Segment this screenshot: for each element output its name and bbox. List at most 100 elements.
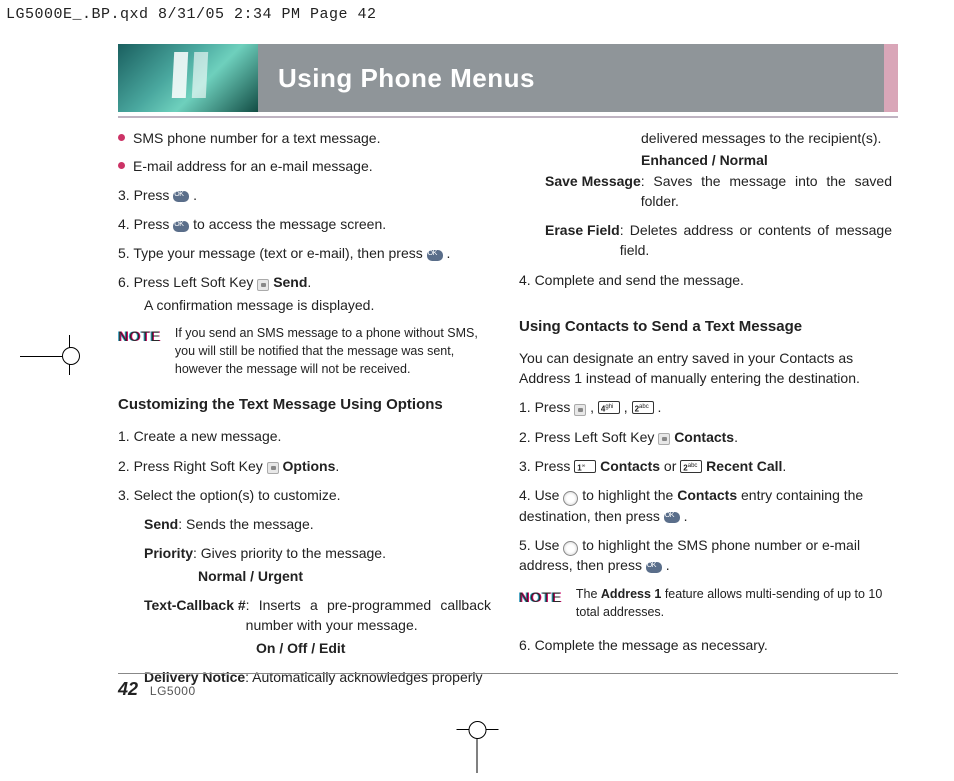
text: : Inserts a pre-programmed callback numb…	[246, 595, 491, 636]
text: : Deletes address or contents of message…	[620, 220, 892, 261]
text: Contacts	[677, 487, 737, 503]
text: The	[576, 587, 601, 601]
hero-title-bar: Using Phone Menus	[258, 44, 884, 112]
step-sub: A confirmation message is displayed.	[118, 295, 491, 315]
step: 5. Type your message (text or e-mail), t…	[118, 243, 491, 263]
note-block: NOTE The Address 1 feature allows multi-…	[519, 585, 892, 621]
step: 6. Press Left Soft Key Send.	[118, 272, 491, 292]
bullet-icon	[118, 162, 125, 169]
bullet-item: E-mail address for an e-mail message.	[118, 156, 491, 176]
bullet-item: SMS phone number for a text message.	[118, 128, 491, 148]
rule-bottom	[118, 673, 898, 674]
text: Address 1	[601, 587, 661, 601]
text: 5. Use	[519, 537, 563, 553]
option-cont: delivered messages to the recipient(s).	[519, 128, 892, 148]
numkey-2-icon: 2abc	[680, 460, 702, 473]
text: Save Message	[545, 173, 641, 189]
text: Normal / Urgent	[198, 568, 303, 584]
step: 3. Press 1∞ Contacts or 2abc Recent Call…	[519, 456, 892, 476]
text: or	[660, 458, 680, 474]
subheading: Using Contacts to Send a Text Message	[519, 316, 892, 338]
ok-key-icon	[646, 562, 662, 573]
text: .	[443, 245, 451, 261]
page-number: 42	[118, 679, 138, 699]
ok-key-icon	[173, 191, 189, 202]
option-values: Normal / Urgent	[118, 566, 491, 586]
text: .	[782, 458, 786, 474]
option: Save Message : Saves the message into th…	[519, 171, 892, 212]
text: .	[189, 187, 197, 203]
column-left: SMS phone number for a text message. E-m…	[118, 128, 491, 668]
numkey-4-icon: 4ghi	[598, 401, 620, 414]
text: .	[734, 429, 738, 445]
text: 2. Press Left Soft Key	[519, 429, 658, 445]
text: 3. Press	[118, 187, 173, 203]
text: ,	[620, 399, 632, 415]
step: 2. Press Left Soft Key Contacts.	[519, 427, 892, 447]
text: .	[680, 508, 688, 524]
text: Contacts	[674, 429, 734, 445]
nav-key-icon	[563, 491, 578, 506]
step: 3. Press .	[118, 185, 491, 205]
text: On / Off / Edit	[256, 640, 345, 656]
print-header: LG5000E_.BP.qxd 8/31/05 2:34 PM Page 42	[6, 6, 377, 23]
text: : Saves the message into the saved folde…	[641, 171, 892, 212]
text: Erase Field	[545, 222, 620, 238]
subheading: Customizing the Text Message Using Optio…	[118, 394, 491, 416]
column-right: delivered messages to the recipient(s). …	[519, 128, 892, 668]
text: .	[662, 557, 670, 573]
soft-key-icon	[658, 433, 670, 445]
text: to highlight the	[578, 487, 677, 503]
crop-mark-bottom-icon	[477, 737, 478, 773]
text: : Gives priority to the message.	[193, 545, 386, 561]
text: 2. Press Right Soft Key	[118, 458, 267, 474]
text: 4. Press	[118, 216, 173, 232]
note-text: If you send an SMS message to a phone wi…	[175, 324, 491, 378]
numkey-1-icon: 1∞	[574, 460, 596, 473]
step: 4. Press to access the message screen.	[118, 214, 491, 234]
option: Erase Field : Deletes address or content…	[519, 220, 892, 261]
step: 3. Select the option(s) to customize.	[118, 485, 491, 505]
hero-image	[118, 44, 258, 112]
sheet: Using Phone Menus SMS phone number for a…	[78, 26, 898, 732]
nav-key-icon	[563, 541, 578, 556]
text: 3. Press	[519, 458, 574, 474]
model-label: LG5000	[150, 684, 196, 698]
text: Options	[283, 458, 336, 474]
step: 5. Use to highlight the SMS phone number…	[519, 535, 892, 576]
crop-mark-left-icon	[20, 355, 62, 356]
step: 1. Create a new message.	[118, 426, 491, 446]
step: 2. Press Right Soft Key Options.	[118, 456, 491, 476]
soft-key-icon	[257, 279, 269, 291]
step: 1. Press , 4ghi , 2abc .	[519, 397, 892, 417]
step: 6. Complete the message as necessary.	[519, 635, 892, 655]
option-values: Enhanced / Normal	[519, 150, 892, 170]
text: SMS phone number for a text message.	[133, 128, 380, 148]
text: Send	[144, 516, 178, 532]
columns: SMS phone number for a text message. E-m…	[118, 128, 892, 668]
option: Send: Sends the message.	[118, 514, 491, 534]
note-block: NOTE If you send an SMS message to a pho…	[118, 324, 491, 378]
text: .	[335, 458, 339, 474]
text: ,	[586, 399, 598, 415]
step: 4. Use to highlight the Contacts entry c…	[519, 485, 892, 526]
text: 1. Press	[519, 399, 574, 415]
hero-accent	[884, 44, 898, 112]
text: Enhanced / Normal	[641, 152, 768, 168]
rule-top	[118, 116, 898, 118]
ok-key-icon	[664, 512, 680, 523]
ok-key-icon	[427, 250, 443, 261]
ok-key-icon	[173, 221, 189, 232]
text: 6. Press Left Soft Key	[118, 274, 257, 290]
text: 4. Use	[519, 487, 563, 503]
text: .	[307, 274, 311, 290]
text: E-mail address for an e-mail message.	[133, 156, 373, 176]
soft-key-icon	[267, 462, 279, 474]
text: Priority	[144, 545, 193, 561]
text: Recent Call	[706, 458, 782, 474]
text: Text-Callback #	[144, 597, 246, 613]
numkey-2-icon: 2abc	[632, 401, 654, 414]
footer: 42 LG5000	[118, 679, 196, 700]
text: Contacts	[600, 458, 660, 474]
text: Send	[273, 274, 307, 290]
